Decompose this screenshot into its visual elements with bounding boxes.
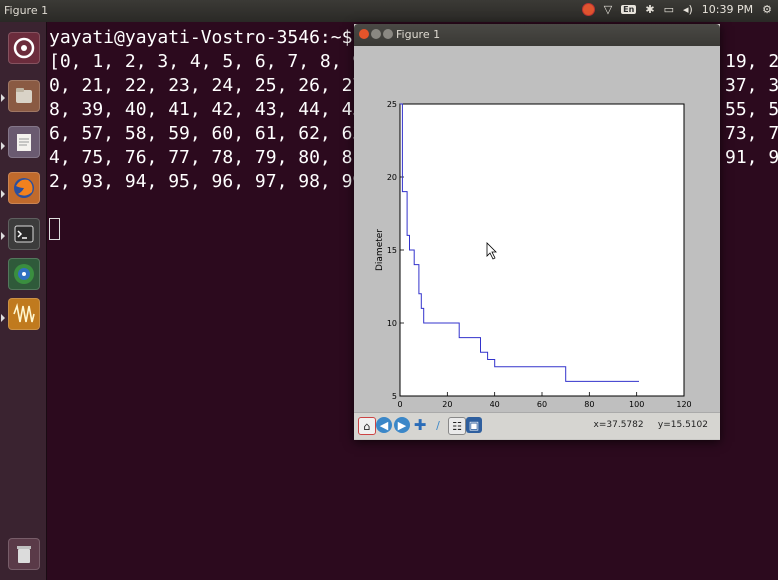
terminal-output-line: [0, 1, 2, 3, 4, 5, 6, 7, 8, 9, [49, 51, 375, 72]
navigation-toolbar: ⌂ ◀ ▶ ✚ ∕ ☷ ▣ x=37.5782 y=15.5102 [354, 412, 720, 439]
running-indicator [1, 142, 5, 150]
trash-icon[interactable] [8, 538, 40, 570]
wifi-icon[interactable]: ▽ [604, 3, 612, 16]
terminal-output-line: 8, 39, 40, 41, 42, 43, 44, 45, [49, 99, 375, 120]
x-tick-label: 80 [584, 400, 594, 409]
running-indicator [1, 190, 5, 198]
bluetooth-icon[interactable]: ✱ [645, 3, 654, 16]
files-icon[interactable] [8, 80, 40, 112]
x-tick-label: 100 [629, 400, 644, 409]
y-axis-label: Diameter [375, 229, 385, 271]
terminal-output-line: 0, 21, 22, 23, 24, 25, 26, 27, [49, 75, 375, 96]
zoom-icon[interactable]: ∕ [430, 417, 446, 433]
terminal-output-fragment: 37, 3 [725, 75, 778, 96]
cursor-coordinates: x=37.5782 y=15.5102 [593, 420, 708, 430]
y-tick-label: 15 [387, 246, 397, 255]
x-tick-label: 20 [442, 400, 452, 409]
y-tick-label: 20 [387, 173, 397, 182]
firefox-icon[interactable] [8, 172, 40, 204]
minimize-window-button[interactable] [371, 29, 381, 39]
terminal-output-fragment: 73, 7 [725, 123, 778, 144]
terminal-prompt-line: yayati@yayati-Vostro-3546:~$ p [49, 27, 375, 48]
running-indicator [1, 314, 5, 322]
plot-area [399, 103, 685, 397]
terminal-output-fragment: 91, 9 [725, 147, 778, 168]
launcher [0, 22, 47, 580]
figure-window[interactable]: Figure 1 020406080100120510152025Number … [354, 24, 720, 440]
x-tick-label: 0 [397, 400, 402, 409]
y-tick-label: 25 [387, 100, 397, 109]
clock[interactable]: 10:39 PM [702, 3, 753, 16]
back-icon[interactable]: ◀ [376, 417, 392, 433]
y-tick-label: 10 [387, 319, 397, 328]
terminal-output-line: 6, 57, 58, 59, 60, 61, 62, 63, [49, 123, 375, 144]
figure-title-bar[interactable]: Figure 1 [354, 24, 720, 46]
running-indicator [1, 232, 5, 240]
terminal-output-line: 4, 75, 76, 77, 78, 79, 80, 81, [49, 147, 375, 168]
system-monitor-icon[interactable] [8, 298, 40, 330]
save-icon[interactable]: ▣ [466, 417, 482, 433]
x-tick-label: 60 [537, 400, 547, 409]
keyboard-layout-indicator[interactable]: En [621, 5, 637, 14]
volume-icon[interactable]: ◂) [683, 3, 693, 16]
firefox-indicator-icon[interactable] [581, 3, 595, 16]
x-tick-label: 40 [490, 400, 500, 409]
maximize-window-button[interactable] [383, 29, 393, 39]
figure-window-title: Figure 1 [396, 28, 441, 41]
running-indicator [1, 94, 5, 102]
home-icon[interactable]: ⌂ [358, 417, 376, 435]
top-panel: Figure 1 ▽ En ✱ ▭ ◂) 10:39 PM ⚙ [0, 0, 778, 22]
line-chart[interactable]: 020406080100120510152025Number of weak t… [354, 46, 720, 412]
terminal-output-fragment: 55, 5 [725, 99, 778, 120]
ubuntu-logo-icon[interactable] [8, 32, 40, 64]
terminal-cursor [49, 218, 60, 240]
terminal-output-fragment: 19, 2 [725, 51, 778, 72]
text-editor-icon[interactable] [8, 126, 40, 158]
x-tick-label: 120 [676, 400, 691, 409]
terminal-output-line: 2, 93, 94, 95, 96, 97, 98, 99] [49, 171, 375, 192]
close-window-button[interactable] [359, 29, 369, 39]
settings-gear-icon[interactable]: ⚙ [762, 3, 772, 16]
pan-icon[interactable]: ✚ [412, 416, 428, 434]
system-tray: ▽ En ✱ ▭ ◂) 10:39 PM ⚙ [581, 3, 772, 16]
y-tick-label: 5 [392, 392, 397, 401]
terminal-icon[interactable] [8, 218, 40, 250]
battery-icon[interactable]: ▭ [664, 3, 674, 16]
web-browser-icon[interactable] [8, 258, 40, 290]
forward-icon[interactable]: ▶ [394, 417, 410, 433]
active-window-title: Figure 1 [4, 4, 49, 17]
subplots-config-icon[interactable]: ☷ [448, 417, 466, 435]
